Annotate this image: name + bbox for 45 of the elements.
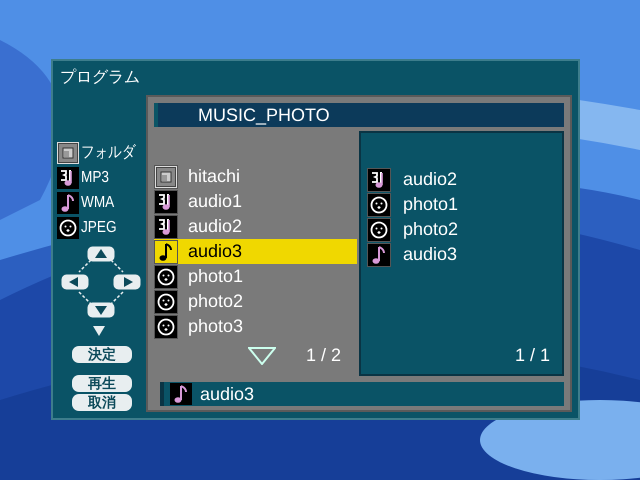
legend-label: MP3 [81,168,109,186]
file-list-item[interactable]: audio1 [154,189,357,214]
circle-icon [57,216,79,238]
down-triangle-icon [93,326,105,336]
page-indicator: 1 / 2 [306,345,341,366]
folder-icon [57,142,79,164]
legend-label: WMA [81,194,114,212]
circle-icon [367,192,391,216]
music-note-icon [154,190,178,214]
page-down-icon[interactable] [248,346,276,364]
folder-path: MUSIC_PHOTO [154,103,564,127]
file-list-item[interactable]: photo2 [154,289,357,314]
file-list-item[interactable]: photo3 [154,314,357,339]
folder-icon [154,164,178,188]
left-key-icon[interactable] [61,274,89,290]
remote-key-button[interactable]: 取消 [72,394,132,411]
music-note-icon [57,192,79,214]
music-note-icon [57,166,79,188]
circle-icon [154,290,178,314]
circle-icon [367,218,391,242]
file-list-item[interactable]: photo1 [154,264,357,289]
music-note-icon [170,383,192,405]
legend-label: JPEG [81,218,117,236]
file-list-item[interactable]: audio3 [154,239,357,264]
music-note-icon [367,168,391,192]
right-key-icon[interactable] [113,274,141,290]
circle-icon [154,314,178,338]
legend-label: フォルダ [81,143,136,163]
remote-key-button[interactable]: 決定 [72,346,132,363]
program-list-item[interactable]: photo2 [367,217,562,242]
program-list-item[interactable]: photo1 [367,192,562,217]
program-list-item[interactable]: audio2 [367,167,562,192]
music-note-icon [154,240,178,264]
music-note-icon [367,242,391,266]
page-indicator: 1 / 1 [514,345,550,366]
up-key-icon[interactable] [87,246,115,262]
window-title: プログラム [59,68,141,88]
file-list-item[interactable]: audio2 [154,214,357,239]
program-list-item[interactable]: audio3 [367,242,562,267]
file-list-item[interactable]: hitachi [154,164,357,189]
circle-icon [154,264,178,288]
remote-key-button[interactable]: 再生 [72,375,132,392]
down-key-icon[interactable] [87,302,115,318]
current-file-name: audio3 [200,384,254,404]
music-note-icon [154,214,178,238]
